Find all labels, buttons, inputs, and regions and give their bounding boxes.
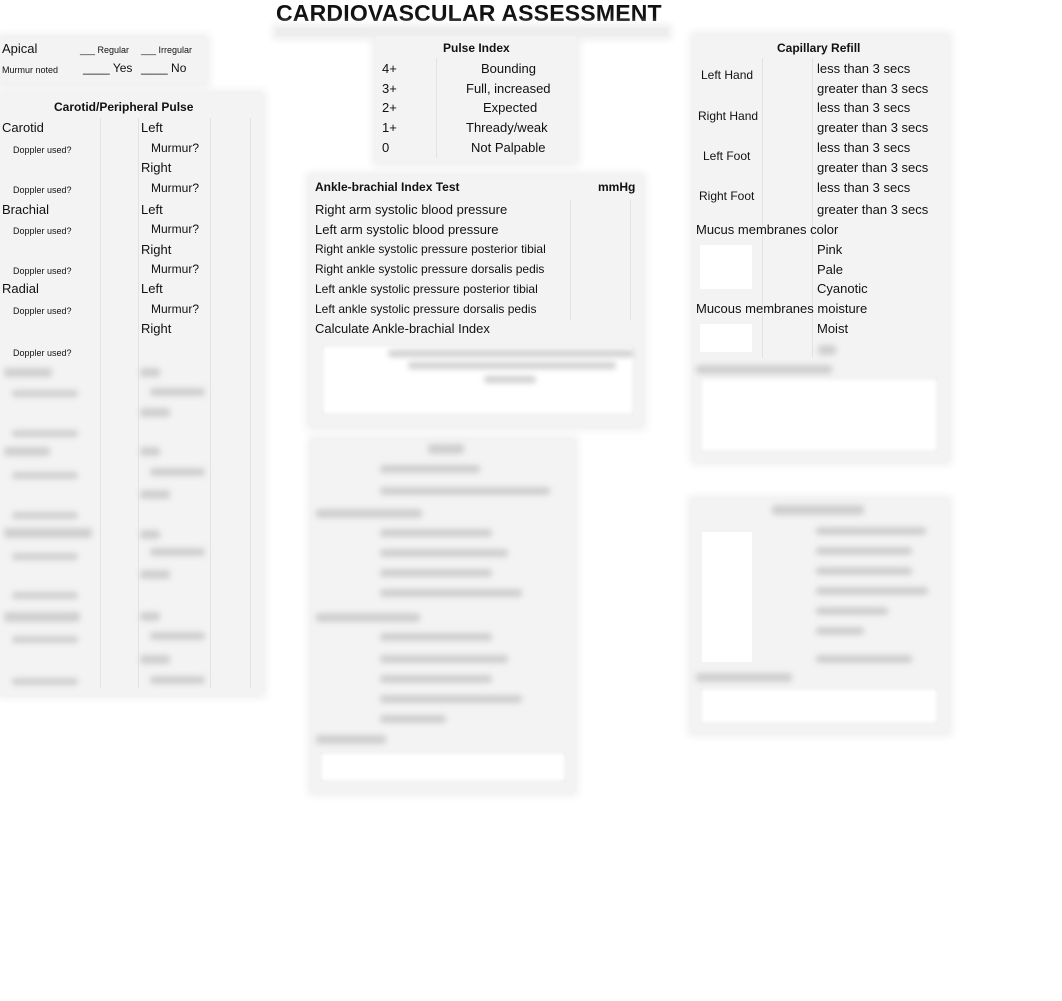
abi-row-left-ankle-pt: Left ankle systolic pressure posterior t…	[315, 282, 538, 296]
right-notes-field[interactable]	[700, 688, 938, 724]
abi-row-left-ankle-dp: Left ankle systolic pressure dorsalis pe…	[315, 302, 537, 316]
cap-right-foot-less[interactable]: less than 3 secs	[817, 180, 910, 195]
brachial-left-murmur: Murmur?	[151, 222, 200, 236]
cap-site-right-hand: Right Hand	[698, 109, 759, 123]
cap-left-foot-less[interactable]: less than 3 secs	[817, 140, 910, 155]
cap-left-hand-less[interactable]: less than 3 secs	[817, 61, 910, 76]
blurred-moisture-option	[818, 345, 836, 355]
brachial-right-doppler: Doppler used?	[13, 266, 72, 276]
mucus-moisture-label: Mucous membranes moisture	[696, 301, 868, 316]
pulse-desc: Thready/weak	[466, 120, 548, 135]
site-carotid: Carotid	[2, 120, 44, 135]
mucus-moisture-input[interactable]	[700, 324, 752, 352]
mucus-moisture-moist[interactable]: Moist	[817, 321, 848, 336]
abi-heading: Ankle-brachial Index Test	[315, 180, 460, 194]
title-underline-shadow	[276, 28, 668, 36]
pulse-grade: 2+	[382, 100, 397, 115]
carotid-left-murmur: Murmur?	[151, 141, 200, 155]
apical-irregular-option[interactable]: ___ Irregular	[141, 45, 192, 55]
pulse-grade: 1+	[382, 120, 397, 135]
mucus-color-pale[interactable]: Pale	[817, 262, 843, 277]
cap-left-hand-greater[interactable]: greater than 3 secs	[817, 81, 928, 96]
cap-left-foot-greater[interactable]: greater than 3 secs	[817, 160, 928, 175]
cap-site-right-foot: Right Foot	[699, 189, 755, 203]
cap-site-left-hand: Left Hand	[701, 68, 754, 82]
pulse-grade: 4+	[382, 61, 397, 76]
carotid-right-murmur: Murmur?	[151, 181, 200, 195]
abi-row-right-arm: Right arm systolic blood pressure	[315, 202, 508, 217]
radial-left-doppler: Doppler used?	[13, 306, 72, 316]
abi-row-calculate: Calculate Ankle-brachial Index	[315, 321, 490, 336]
mucus-color-cyanotic[interactable]: Cyanotic	[817, 281, 868, 296]
middle-notes-field[interactable]	[320, 752, 566, 782]
pulse-grade: 3+	[382, 81, 397, 96]
abi-row-right-ankle-dp: Right ankle systolic pressure dorsalis p…	[315, 262, 545, 276]
brachial-right-label: Right	[141, 242, 172, 257]
brachial-left-label: Left	[141, 202, 163, 217]
radial-right-doppler: Doppler used?	[13, 348, 72, 358]
cap-right-foot-greater[interactable]: greater than 3 secs	[817, 202, 928, 217]
pulse-desc: Expected	[483, 100, 538, 115]
abi-row-left-arm: Left arm systolic blood pressure	[315, 222, 499, 237]
carotid-left-label: Left	[141, 120, 163, 135]
blurred-abi-note	[388, 350, 634, 357]
abi-unit: mmHg	[598, 180, 636, 194]
blurred-notes-label	[696, 365, 832, 374]
pulse-desc: Bounding	[481, 61, 536, 76]
brachial-left-doppler: Doppler used?	[13, 226, 72, 236]
apical-label: Apical	[2, 41, 38, 56]
blurred-abi-note	[484, 376, 536, 383]
pulse-grade: 0	[382, 140, 390, 155]
apical-regular-option[interactable]: ___ Regular	[80, 45, 129, 55]
mucus-color-pink[interactable]: Pink	[817, 242, 842, 257]
capillary-refill-heading: Capillary Refill	[777, 41, 861, 55]
pulse-index-heading: Pulse Index	[443, 41, 510, 55]
cap-site-left-foot: Left Foot	[703, 149, 751, 163]
page-title: CARDIOVASCULAR ASSESSMENT	[276, 0, 662, 26]
radial-right-label: Right	[141, 321, 172, 336]
site-radial: Radial	[2, 281, 39, 296]
cap-right-hand-less[interactable]: less than 3 secs	[817, 100, 910, 115]
murmur-no-option[interactable]: ____ No	[141, 61, 186, 75]
mucus-color-input[interactable]	[700, 245, 752, 289]
murmur-noted-label: Murmur noted	[2, 65, 59, 75]
radial-left-label: Left	[141, 281, 163, 296]
blurred-abi-note	[408, 362, 616, 369]
mucus-color-label: Mucus membranes color	[696, 222, 839, 237]
abi-row-right-ankle-pt: Right ankle systolic pressure posterior …	[315, 242, 546, 256]
pulse-desc: Full, increased	[466, 81, 551, 96]
pulse-desc: Not Palpable	[471, 140, 546, 155]
blurred-right-input[interactable]	[702, 532, 752, 662]
murmur-yes-option[interactable]: ____ Yes	[83, 61, 132, 75]
brachial-right-murmur: Murmur?	[151, 262, 200, 276]
carotid-right-label: Right	[141, 160, 172, 175]
capillary-notes-field[interactable]	[700, 378, 938, 452]
cap-right-hand-greater[interactable]: greater than 3 secs	[817, 120, 928, 135]
radial-left-murmur: Murmur?	[151, 302, 200, 316]
site-brachial: Brachial	[2, 202, 49, 217]
carotid-left-doppler: Doppler used?	[13, 145, 72, 155]
carotid-right-doppler: Doppler used?	[13, 185, 72, 195]
carotid-peripheral-heading: Carotid/Peripheral Pulse	[54, 100, 194, 114]
